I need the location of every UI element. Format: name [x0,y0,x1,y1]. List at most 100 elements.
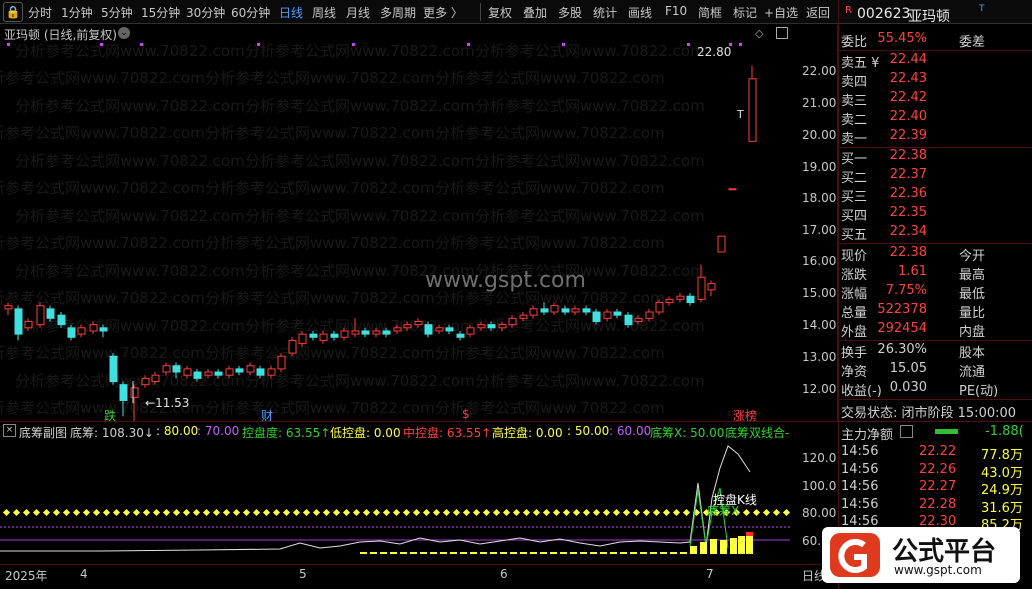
period-tab-1min[interactable]: 1分钟 [61,4,93,21]
candlestick-plot [4,43,757,421]
ask-row[interactable]: 卖五 ¥ 22.44 [841,52,1031,71]
ask-row[interactable]: 卖三 22.42 [841,90,1031,109]
candle-body [550,305,559,313]
tick-row: 14:56 22.26 43.0万 [841,462,1029,481]
threshold-dot [282,508,291,517]
period-tab-30min[interactable]: 30分钟 [186,4,225,21]
bid-row[interactable]: 买五 22.34 [841,224,1031,243]
candle-body [141,377,150,386]
candle-body [508,317,517,326]
threshold-dot [352,508,361,517]
candle-body [225,368,234,376]
tick-volume: 31.6万 [981,500,1023,516]
volume-bar [600,552,607,554]
signal-dot [257,43,260,46]
price-low-label: ←11.53 [145,396,190,410]
bid-row[interactable]: 买二 22.37 [841,167,1031,186]
threshold-dot [82,508,91,517]
candle-body [477,324,486,329]
overlay-button[interactable]: 叠加 [523,4,547,21]
signal-dot [562,43,565,46]
price-axis-label: 12.00 [802,382,837,396]
threshold-dot [762,508,771,517]
statistics-button[interactable]: 统计 [593,4,617,21]
threshold-dot [612,508,621,517]
ask-row[interactable]: 卖四 22.43 [841,71,1031,90]
volume-bar [580,552,587,554]
threshold-dot [492,508,501,517]
candle-body [382,330,391,335]
quote-label: 外盘 [841,325,868,340]
bid-row[interactable]: 买四 22.35 [841,205,1031,224]
period-tab-60min[interactable]: 60分钟 [231,4,270,21]
threshold-dot [172,508,181,517]
quote-label-2: 量比 [959,306,986,321]
add-watchlist-button[interactable]: +自选 [764,4,798,21]
restore-rights-button[interactable]: 复权 [488,4,512,21]
f10-button[interactable]: F10 [665,4,687,18]
threshold-dot [482,508,491,517]
lock-icon[interactable]: 🔒 [3,2,23,22]
multi-stock-button[interactable]: 多股 [558,4,582,21]
simple-frame-button[interactable]: 简框 [698,4,722,21]
period-tab-daily[interactable]: 日线 [279,4,303,21]
candle-body [403,324,412,329]
bid-level-label: 买二 [841,171,868,186]
candle-body [686,295,695,304]
candle-body [424,324,433,335]
threshold-dot [372,508,381,517]
indicator-value-50: : 50.00 [567,424,610,438]
bid-row[interactable]: 买一 22.38 [841,148,1031,167]
period-tab-multi[interactable]: 多周期 [380,4,416,21]
order-ratio-row: 委比 55.45% 委差 [841,31,1031,50]
x-label-jun: 6 [500,567,508,581]
period-tab-fenshi[interactable]: 分时 [28,4,52,21]
x-label-jul: 7 [706,567,714,581]
candle-body [361,330,370,335]
candle-body [529,308,538,316]
threshold-dot [2,508,11,517]
tick-price: 22.27 [919,479,957,494]
period-tab-15min[interactable]: 15分钟 [141,4,180,21]
period-tab-more[interactable]: 更多 〉 [423,4,463,21]
candle-body [24,320,33,329]
list-icon[interactable] [900,425,913,438]
back-button[interactable]: 返回 [806,4,830,21]
threshold-dot [402,508,411,517]
stock-code: 002623 [857,6,911,22]
draw-line-button[interactable]: 画线 [628,4,652,21]
bid-row[interactable]: 买三 22.36 [841,186,1031,205]
threshold-dot [232,508,241,517]
period-tab-monthly[interactable]: 月线 [346,4,370,21]
mark-button[interactable]: 标记 [733,4,757,21]
candle-body [697,276,706,300]
close-indicator-icon[interactable]: × [3,424,16,437]
bid-price: 22.34 [889,224,927,239]
volume-bar [510,552,517,554]
stats-row: 净资 15.05 流通 [841,361,1031,380]
volume-bar [360,552,367,554]
volume-bar [590,552,597,554]
tick-volume: 77.8万 [981,448,1023,463]
quote-label-2: 今开 [959,249,986,264]
price-axis-label: 21.00 [802,96,837,110]
candle-body [655,302,664,313]
stock-name[interactable]: 亚玛顿 [908,6,950,26]
ask-row[interactable]: 卖二 22.40 [841,109,1031,128]
period-tab-5min[interactable]: 5分钟 [101,4,133,21]
candle-body [487,324,496,329]
candle-body [592,311,601,322]
candle-body [162,365,171,373]
threshold-dot [632,508,641,517]
indicator-axis-label: 80.00 [802,506,837,520]
ask-row[interactable]: 卖一 22.39 [841,128,1031,147]
order-ratio-label: 委比 [841,35,868,50]
bid-price: 22.37 [889,167,927,182]
period-tab-weekly[interactable]: 周线 [312,4,336,21]
bid-price: 22.38 [889,148,927,163]
volume-bar [650,552,657,554]
event-marker-dollar[interactable]: $ [462,407,470,421]
volume-bar-red [746,532,753,536]
stats-row: 收益(-) 0.030 PE(动) [841,380,1031,399]
threshold-dot [22,508,31,517]
